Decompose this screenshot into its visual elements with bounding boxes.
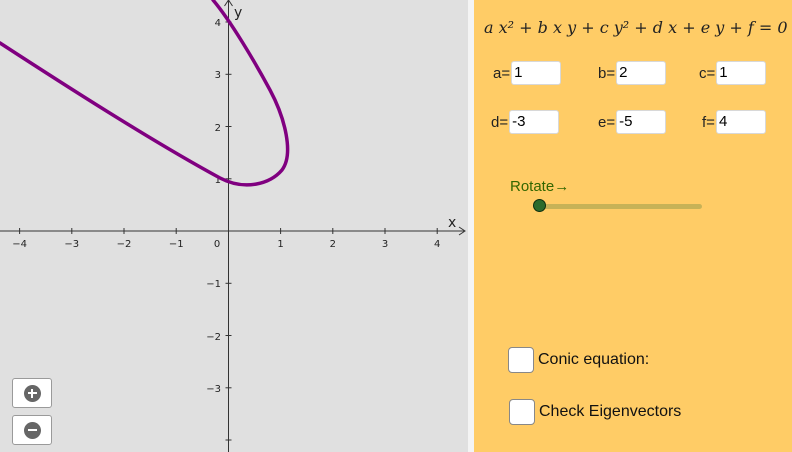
coef-c-label: c=	[699, 64, 716, 82]
rotate-slider-handle[interactable]	[533, 199, 546, 212]
conic-curve[interactable]	[0, 0, 290, 187]
coef-a-input[interactable]: 1	[511, 61, 562, 85]
minus-circle-icon	[23, 421, 41, 439]
coordinate-plane[interactable]: x y −4 −3 −2 −1 0 1 2 3 4 4 3 2 1 −1 −2 …	[0, 0, 468, 452]
coef-f-label: f=	[702, 113, 715, 131]
conic-general-equation: a x² + b x y + c y² + d x + e y + f = 0	[484, 18, 788, 37]
coef-d-input[interactable]: -3	[509, 110, 560, 134]
y-tick-label: 2	[215, 123, 221, 134]
coef-b: b= 2	[598, 61, 667, 85]
zoom-out-button[interactable]	[12, 415, 52, 445]
x-tick-label: −2	[117, 239, 132, 250]
x-tick-label: −3	[64, 239, 79, 250]
graphics-view[interactable]: x y −4 −3 −2 −1 0 1 2 3 4 4 3 2 1 −1 −2 …	[0, 0, 468, 452]
x-tick-label: −4	[12, 239, 27, 250]
coef-a-label: a=	[493, 64, 511, 82]
plus-circle-icon	[23, 384, 41, 402]
y-tick-labels: 4 3 2 1 −1 −2 −3	[206, 18, 221, 395]
conic-equation-checkbox[interactable]	[508, 347, 534, 373]
coef-d-label: d=	[491, 113, 509, 131]
y-tick-label: 3	[215, 70, 221, 81]
coef-b-label: b=	[598, 64, 616, 82]
x-tick-labels: −4 −3 −2 −1 0 1 2 3 4	[12, 239, 440, 250]
eigenvectors-checkbox-label[interactable]: Check Eigenvectors	[539, 403, 681, 421]
coef-f: f= 4	[702, 110, 766, 134]
conic-equation-toggle[interactable]: Conic equation:	[508, 347, 649, 373]
y-tick-label: −3	[206, 384, 221, 395]
coef-f-input[interactable]: 4	[715, 110, 766, 134]
y-tick-label: 4	[215, 18, 221, 29]
coef-e-label: e=	[598, 113, 616, 131]
x-tick-label: 2	[330, 239, 336, 250]
y-tick-label: −1	[206, 279, 221, 290]
x-tick-label: 1	[277, 239, 283, 250]
coef-c: c= 1	[699, 61, 767, 85]
coef-e-input[interactable]: -5	[616, 110, 667, 134]
coef-c-input[interactable]: 1	[716, 61, 767, 85]
zoom-in-button[interactable]	[12, 378, 52, 408]
coef-a: a= 1	[493, 61, 562, 85]
eigenvectors-checkbox[interactable]	[509, 399, 535, 425]
control-panel: a x² + b x y + c y² + d x + e y + f = 0 …	[474, 0, 792, 452]
y-tick-label: −2	[206, 332, 221, 343]
x-axis-name: x	[448, 215, 456, 231]
coef-d: d= -3	[491, 110, 560, 134]
coef-b-input[interactable]: 2	[616, 61, 667, 85]
eigenvectors-toggle[interactable]: Check Eigenvectors	[509, 399, 681, 425]
x-tick-label: 4	[434, 239, 440, 250]
y-axis-name: y	[234, 5, 242, 21]
x-tick-label: 3	[382, 239, 388, 250]
origin-label: 0	[214, 239, 220, 250]
rotate-slider-track[interactable]	[540, 204, 702, 209]
x-tick-label: −1	[169, 239, 184, 250]
conic-equation-checkbox-label[interactable]: Conic equation:	[538, 351, 649, 369]
coef-e: e= -5	[598, 110, 667, 134]
rotate-slider-label: Rotate→	[510, 178, 570, 195]
